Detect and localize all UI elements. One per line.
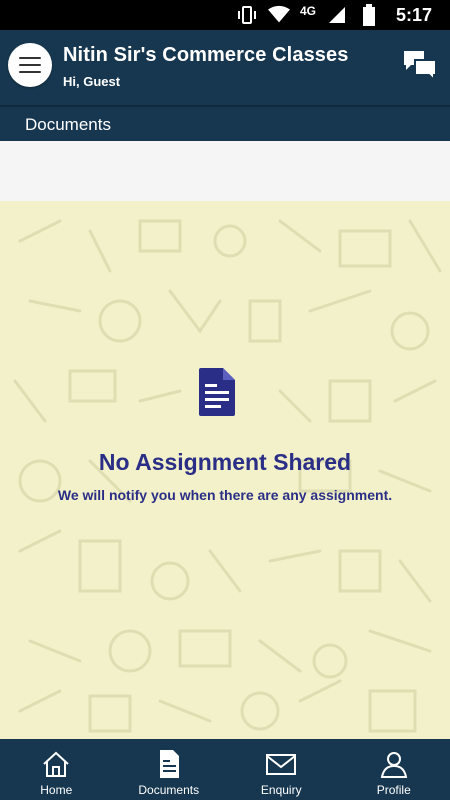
- vibrate-icon: [236, 4, 258, 26]
- menu-button[interactable]: [8, 43, 52, 87]
- envelope-icon: [266, 754, 297, 775]
- signal-icon: [326, 4, 348, 26]
- bottom-navigation: Home Documents Enquiry Profile: [0, 739, 450, 800]
- nav-profile-label: Profile: [376, 783, 411, 797]
- nav-home[interactable]: Home: [0, 739, 113, 800]
- document-icon: [199, 368, 235, 416]
- profile-icon: [380, 752, 407, 778]
- wifi-icon: [267, 4, 290, 26]
- greeting: Hi, Guest: [63, 74, 121, 89]
- app-title: Nitin Sir's Commerce Classes: [63, 44, 349, 66]
- nav-enquiry-label: Enquiry: [260, 783, 302, 797]
- section-title: Documents: [25, 115, 111, 134]
- empty-state-message: We will notify you when there are any as…: [57, 487, 393, 503]
- section-header: Documents: [0, 105, 450, 143]
- nav-documents-label: Documents: [138, 783, 200, 797]
- status-icons: 4G 5:17: [236, 4, 432, 26]
- nav-profile[interactable]: Profile: [338, 739, 450, 800]
- nav-enquiry[interactable]: Enquiry: [225, 739, 338, 800]
- chat-bubbles-icon: [404, 51, 437, 83]
- document-icon: [159, 750, 179, 778]
- home-icon: [43, 751, 69, 777]
- nav-home-label: Home: [40, 783, 73, 797]
- chat-button[interactable]: [402, 48, 438, 84]
- network-type: 4G: [299, 4, 316, 18]
- battery-icon: [358, 4, 380, 26]
- main-content: No Assignment Shared We will notify you …: [0, 201, 450, 739]
- app-bar: Nitin Sir's Commerce Classes Hi, Guest: [0, 30, 450, 105]
- clock: 5:17: [395, 4, 432, 25]
- status-bar: 4G 5:17: [0, 0, 450, 30]
- content-header-strip: [0, 141, 450, 201]
- empty-state-title: No Assignment Shared: [98, 449, 352, 475]
- nav-documents[interactable]: Documents: [113, 739, 226, 800]
- hamburger-menu-icon: [19, 57, 41, 73]
